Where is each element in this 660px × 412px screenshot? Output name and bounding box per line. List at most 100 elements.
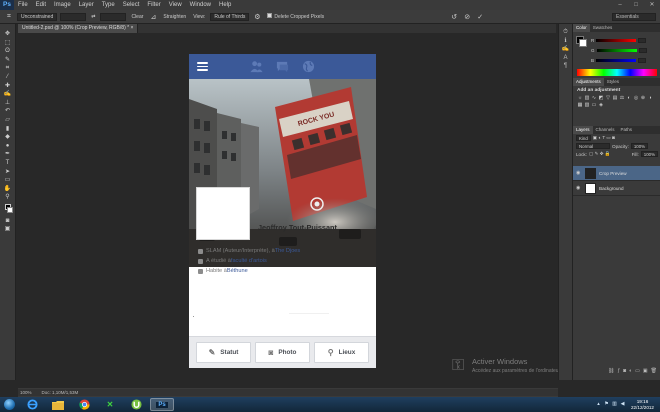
brush-tool-icon[interactable]: ✍ — [3, 90, 13, 99]
home-link[interactable]: Béthune — [227, 268, 248, 274]
minimize-button[interactable]: – — [612, 0, 628, 10]
filter-icons[interactable]: ▣ ◐ T ▭ ◙ — [593, 135, 615, 141]
straighten-button[interactable]: Straighten — [161, 14, 188, 20]
move-tool-icon[interactable]: ✥ — [3, 30, 13, 39]
menu-image[interactable]: Image — [50, 0, 75, 10]
shape-tool-icon[interactable]: ▭ — [3, 176, 13, 185]
eye-icon[interactable]: ◉ — [576, 170, 582, 176]
straighten-icon[interactable]: ⊿ — [148, 13, 158, 21]
blue-slider[interactable] — [596, 59, 637, 62]
tab-channels[interactable]: Channels — [593, 126, 618, 134]
color-balance-icon[interactable]: ⚖ — [619, 95, 625, 101]
dodge-tool-icon[interactable]: ● — [3, 142, 13, 151]
blue-value-field[interactable] — [638, 58, 647, 63]
zoom-level[interactable]: 100% — [20, 390, 32, 395]
blur-tool-icon[interactable]: ◆ — [3, 133, 13, 142]
background-color-swatch[interactable] — [7, 206, 13, 213]
profile-picture[interactable] — [196, 187, 250, 240]
adjustment-layer-icon[interactable]: ◐ — [629, 368, 632, 376]
color-spectrum[interactable] — [577, 69, 657, 76]
menu-icon[interactable] — [197, 62, 208, 71]
cancel-icon[interactable]: ⊘ — [462, 13, 472, 21]
stamp-tool-icon[interactable]: ⊥ — [3, 99, 13, 108]
gradient-tool-icon[interactable]: ▮ — [3, 125, 13, 134]
posterize-icon[interactable]: ▦ — [577, 102, 583, 108]
profile-name[interactable]: Jeoffroy Tout-Puissant — [258, 223, 337, 232]
channel-mixer-icon[interactable]: ⊕ — [640, 95, 646, 101]
folder-icon[interactable]: ▭ — [635, 368, 640, 376]
ratio-select[interactable]: Unconstrained — [17, 12, 58, 21]
type-tool-icon[interactable]: T — [3, 159, 13, 168]
show-hidden-icons-icon[interactable]: ▴ — [596, 402, 601, 407]
red-slider[interactable] — [596, 39, 637, 42]
tab-layers[interactable]: Layers — [573, 126, 593, 134]
places-button[interactable]: ⚲ Lieux — [314, 342, 369, 363]
menu-help[interactable]: Help — [215, 0, 235, 10]
commit-icon[interactable]: ✓ — [475, 13, 485, 21]
opacity-input[interactable]: 100% — [630, 143, 649, 149]
trash-icon[interactable]: 🗑 — [651, 368, 657, 376]
crop-tool-icon[interactable]: ⌗ — [4, 13, 14, 21]
history-panel-icon[interactable]: ⏱ — [561, 28, 571, 37]
checkbox-box[interactable] — [267, 13, 273, 18]
clock[interactable]: 19:16 22/12/2012 — [631, 399, 654, 410]
status-button[interactable]: ✎ Statut — [196, 342, 251, 363]
eraser-tool-icon[interactable]: ▱ — [3, 116, 13, 125]
path-select-tool-icon[interactable]: ➤ — [3, 168, 13, 177]
layer-background[interactable]: ◉ Background — [573, 181, 660, 196]
taskbar-explorer[interactable] — [46, 398, 70, 411]
taskbar-utorrent[interactable] — [124, 398, 148, 411]
height-input[interactable] — [100, 12, 127, 21]
friends-icon[interactable] — [250, 60, 263, 73]
view-select[interactable]: Rule of Thirds — [210, 12, 250, 21]
fx-icon[interactable]: ƒ — [617, 368, 620, 376]
gradient-map-icon[interactable]: ▭ — [591, 102, 597, 108]
menu-select[interactable]: Select — [119, 0, 144, 10]
menu-window[interactable]: Window — [186, 0, 215, 10]
maximize-button[interactable]: □ — [628, 0, 644, 10]
link-layers-icon[interactable]: ⛓ — [608, 368, 614, 376]
lock-icons[interactable]: ▢ ✎ ✥ 🔒 — [589, 151, 611, 157]
clear-button[interactable]: Clear — [129, 14, 145, 20]
reset-icon[interactable]: ↺ — [449, 13, 459, 21]
red-value-field[interactable] — [638, 38, 647, 43]
threshold-icon[interactable]: ▧ — [584, 102, 590, 108]
flag-icon[interactable]: ⚑ — [604, 402, 609, 407]
brightness-icon[interactable]: ☼ — [577, 95, 583, 101]
eye-icon[interactable]: ◉ — [576, 185, 582, 191]
pen-tool-icon[interactable]: ✒ — [3, 150, 13, 159]
swap-button[interactable]: ⇄ — [89, 14, 97, 20]
levels-icon[interactable]: ▥ — [584, 95, 590, 101]
taskbar-xchat[interactable]: ✕ — [98, 398, 122, 411]
document-tab[interactable]: Untitled-2.psd @ 100% (Crop Preview, RGB… — [18, 24, 139, 33]
close-button[interactable]: ✕ — [644, 0, 660, 10]
green-slider[interactable] — [596, 49, 637, 52]
globe-icon[interactable] — [302, 60, 315, 73]
paragraph-panel-icon[interactable]: ¶ — [561, 62, 571, 71]
tab-paths[interactable]: Paths — [618, 126, 636, 134]
photo-button[interactable]: ◙ Photo — [255, 342, 310, 363]
tab-adjustments[interactable]: Adjustments — [573, 78, 604, 86]
brush-panel-icon[interactable]: ✍ — [561, 45, 571, 54]
quick-mask-icon[interactable]: ◙ — [3, 217, 13, 226]
marquee-tool-icon[interactable]: ⬚ — [3, 39, 13, 48]
curves-icon[interactable]: ∿ — [591, 95, 597, 101]
facebook-profile-mockup[interactable]: ROCK YOU Jeoffroy Tout-Puissant SLAM (Au… — [189, 54, 376, 368]
hand-tool-icon[interactable]: ✋ — [3, 185, 13, 194]
quick-select-tool-icon[interactable]: ✎ — [3, 56, 13, 65]
healing-tool-icon[interactable]: ✚ — [3, 82, 13, 91]
taskbar-photoshop[interactable]: Ps — [150, 398, 174, 411]
black-white-icon[interactable]: ◐ — [626, 95, 632, 101]
work-link[interactable]: The Djoes — [275, 248, 301, 254]
menu-edit[interactable]: Edit — [32, 0, 50, 10]
crop-tool-icon[interactable]: ⌗ — [3, 64, 13, 73]
kind-select[interactable]: Kind — [576, 135, 591, 141]
tab-styles[interactable]: Styles — [604, 78, 622, 86]
workspace-select[interactable]: Essentials — [612, 13, 656, 21]
screen-mode-icon[interactable]: ▣ — [3, 225, 13, 234]
menu-file[interactable]: File — [14, 0, 32, 10]
width-input[interactable] — [60, 12, 87, 21]
close-tab-icon[interactable]: × — [130, 25, 133, 31]
study-link[interactable]: faculté d'artois — [231, 258, 267, 264]
menu-layer[interactable]: Layer — [75, 0, 98, 10]
